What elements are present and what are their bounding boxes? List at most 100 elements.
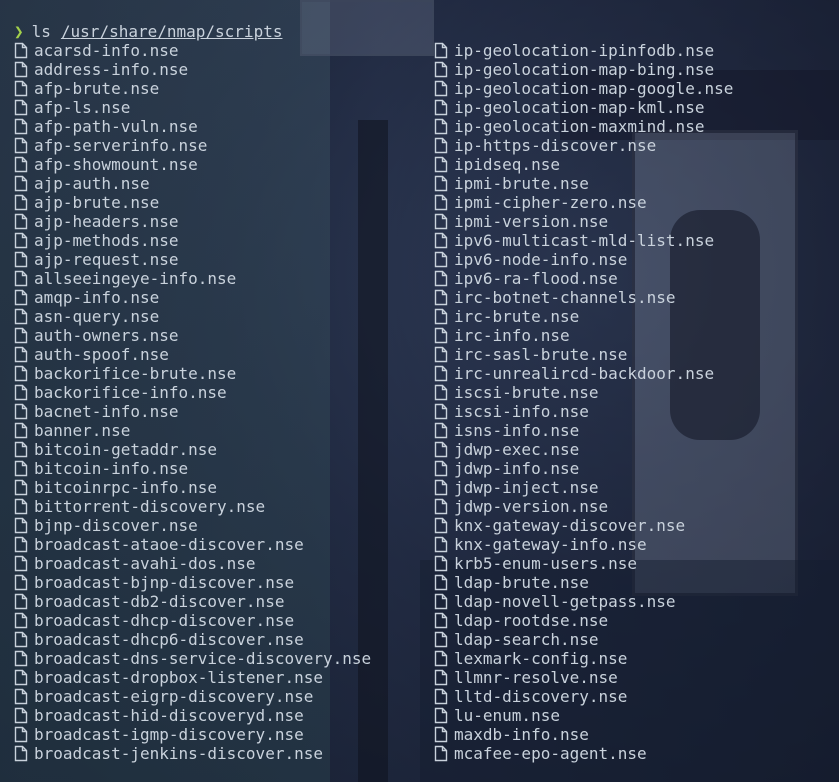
file-list-item[interactable]: amqp-info.nse: [14, 288, 371, 307]
file-list-item[interactable]: broadcast-dropbox-listener.nse: [14, 668, 371, 687]
file-list-item[interactable]: iscsi-brute.nse: [434, 383, 733, 402]
file-list-item[interactable]: ldap-brute.nse: [434, 573, 733, 592]
file-list-item[interactable]: broadcast-dns-service-discovery.nse: [14, 649, 371, 668]
file-list-item[interactable]: jdwp-exec.nse: [434, 440, 733, 459]
file-list-item[interactable]: bitcoin-info.nse: [14, 459, 371, 478]
file-list-item[interactable]: afp-brute.nse: [14, 79, 371, 98]
file-list-item[interactable]: ajp-brute.nse: [14, 193, 371, 212]
file-icon: [434, 99, 448, 116]
file-list-item[interactable]: bacnet-info.nse: [14, 402, 371, 421]
file-icon: [14, 498, 28, 515]
file-list-item[interactable]: ldap-search.nse: [434, 630, 733, 649]
file-name: irc-botnet-channels.nse: [454, 288, 676, 307]
file-name: bitcoinrpc-info.nse: [34, 478, 218, 497]
terminal-window[interactable]: ❯ ls/usr/share/nmap/scripts acarsd-info.n…: [0, 0, 839, 782]
file-name: bacnet-info.nse: [34, 402, 179, 421]
file-list-item[interactable]: ipv6-ra-flood.nse: [434, 269, 733, 288]
file-list-item[interactable]: ldap-novell-getpass.nse: [434, 592, 733, 611]
file-icon: [434, 745, 448, 762]
file-list-item[interactable]: broadcast-igmp-discovery.nse: [14, 725, 371, 744]
file-list-item[interactable]: address-info.nse: [14, 60, 371, 79]
file-list-item[interactable]: lexmark-config.nse: [434, 649, 733, 668]
file-list-item[interactable]: auth-owners.nse: [14, 326, 371, 345]
file-name: jdwp-version.nse: [454, 497, 609, 516]
file-list-item[interactable]: broadcast-dhcp6-discover.nse: [14, 630, 371, 649]
file-list-item[interactable]: ipidseq.nse: [434, 155, 733, 174]
file-name: ajp-headers.nse: [34, 212, 179, 231]
file-list-item[interactable]: afp-showmount.nse: [14, 155, 371, 174]
file-list-item[interactable]: broadcast-hid-discoveryd.nse: [14, 706, 371, 725]
file-list-item[interactable]: ip-geolocation-map-kml.nse: [434, 98, 733, 117]
file-list-item[interactable]: ipv6-multicast-mld-list.nse: [434, 231, 733, 250]
file-list-item[interactable]: allseeingeye-info.nse: [14, 269, 371, 288]
file-list-item[interactable]: banner.nse: [14, 421, 371, 440]
file-list-item[interactable]: acarsd-info.nse: [14, 41, 371, 60]
file-list-item[interactable]: ajp-auth.nse: [14, 174, 371, 193]
file-list-item[interactable]: ip-geolocation-map-bing.nse: [434, 60, 733, 79]
file-list-item[interactable]: maxdb-info.nse: [434, 725, 733, 744]
file-list-item[interactable]: lltd-discovery.nse: [434, 687, 733, 706]
file-list-item[interactable]: irc-brute.nse: [434, 307, 733, 326]
file-list-item[interactable]: ipv6-node-info.nse: [434, 250, 733, 269]
file-list-item[interactable]: ip-geolocation-ipinfodb.nse: [434, 41, 733, 60]
file-list-item[interactable]: knx-gateway-discover.nse: [434, 516, 733, 535]
file-list-item[interactable]: ajp-request.nse: [14, 250, 371, 269]
file-icon: [14, 631, 28, 648]
file-name: address-info.nse: [34, 60, 189, 79]
file-list-item[interactable]: lu-enum.nse: [434, 706, 733, 725]
file-list-left-column: acarsd-info.nse address-info.nse afp-brute…: [14, 41, 371, 763]
file-list-item[interactable]: ipmi-brute.nse: [434, 174, 733, 193]
file-list-item[interactable]: broadcast-dhcp-discover.nse: [14, 611, 371, 630]
file-name: afp-path-vuln.nse: [34, 117, 198, 136]
file-list-item[interactable]: irc-info.nse: [434, 326, 733, 345]
file-name: ip-geolocation-map-bing.nse: [454, 60, 715, 79]
file-list-item[interactable]: irc-botnet-channels.nse: [434, 288, 733, 307]
file-list-item[interactable]: bittorrent-discovery.nse: [14, 497, 371, 516]
file-list-item[interactable]: llmnr-resolve.nse: [434, 668, 733, 687]
file-list-item[interactable]: ip-geolocation-map-google.nse: [434, 79, 733, 98]
file-icon: [14, 460, 28, 477]
file-list-item[interactable]: irc-unrealircd-backdoor.nse: [434, 364, 733, 383]
file-list-item[interactable]: ip-https-discover.nse: [434, 136, 733, 155]
command-path-link[interactable]: /usr/share/nmap/scripts: [61, 22, 283, 41]
file-list-item[interactable]: broadcast-jenkins-discover.nse: [14, 744, 371, 763]
file-list-item[interactable]: ipmi-version.nse: [434, 212, 733, 231]
file-list-item[interactable]: ip-geolocation-maxmind.nse: [434, 117, 733, 136]
file-list-item[interactable]: ajp-headers.nse: [14, 212, 371, 231]
file-list-item[interactable]: bitcoinrpc-info.nse: [14, 478, 371, 497]
file-list-item[interactable]: bitcoin-getaddr.nse: [14, 440, 371, 459]
file-list-item[interactable]: irc-sasl-brute.nse: [434, 345, 733, 364]
file-icon: [434, 612, 448, 629]
file-list-item[interactable]: isns-info.nse: [434, 421, 733, 440]
file-name: broadcast-bjnp-discover.nse: [34, 573, 295, 592]
file-list-item[interactable]: krb5-enum-users.nse: [434, 554, 733, 573]
file-list-item[interactable]: broadcast-avahi-dos.nse: [14, 554, 371, 573]
file-list-item[interactable]: afp-serverinfo.nse: [14, 136, 371, 155]
file-icon: [434, 441, 448, 458]
file-icon: [14, 346, 28, 363]
file-list-item[interactable]: bjnp-discover.nse: [14, 516, 371, 535]
file-name: knx-gateway-info.nse: [454, 535, 647, 554]
file-list-item[interactable]: broadcast-db2-discover.nse: [14, 592, 371, 611]
file-name: ipidseq.nse: [454, 155, 560, 174]
file-list-item[interactable]: afp-path-vuln.nse: [14, 117, 371, 136]
file-list-item[interactable]: backorifice-brute.nse: [14, 364, 371, 383]
file-list-item[interactable]: backorifice-info.nse: [14, 383, 371, 402]
file-list-item[interactable]: mcafee-epo-agent.nse: [434, 744, 733, 763]
file-list-item[interactable]: knx-gateway-info.nse: [434, 535, 733, 554]
file-list-item[interactable]: broadcast-ataoe-discover.nse: [14, 535, 371, 554]
file-name: irc-info.nse: [454, 326, 570, 345]
file-list-item[interactable]: broadcast-eigrp-discovery.nse: [14, 687, 371, 706]
file-list-item[interactable]: jdwp-version.nse: [434, 497, 733, 516]
file-list-item[interactable]: ipmi-cipher-zero.nse: [434, 193, 733, 212]
file-list-item[interactable]: iscsi-info.nse: [434, 402, 733, 421]
file-list-item[interactable]: broadcast-bjnp-discover.nse: [14, 573, 371, 592]
file-list-item[interactable]: jdwp-info.nse: [434, 459, 733, 478]
file-name: asn-query.nse: [34, 307, 160, 326]
file-list-item[interactable]: auth-spoof.nse: [14, 345, 371, 364]
file-list-item[interactable]: asn-query.nse: [14, 307, 371, 326]
file-list-item[interactable]: jdwp-inject.nse: [434, 478, 733, 497]
file-list-item[interactable]: ldap-rootdse.nse: [434, 611, 733, 630]
file-list-item[interactable]: afp-ls.nse: [14, 98, 371, 117]
file-list-item[interactable]: ajp-methods.nse: [14, 231, 371, 250]
